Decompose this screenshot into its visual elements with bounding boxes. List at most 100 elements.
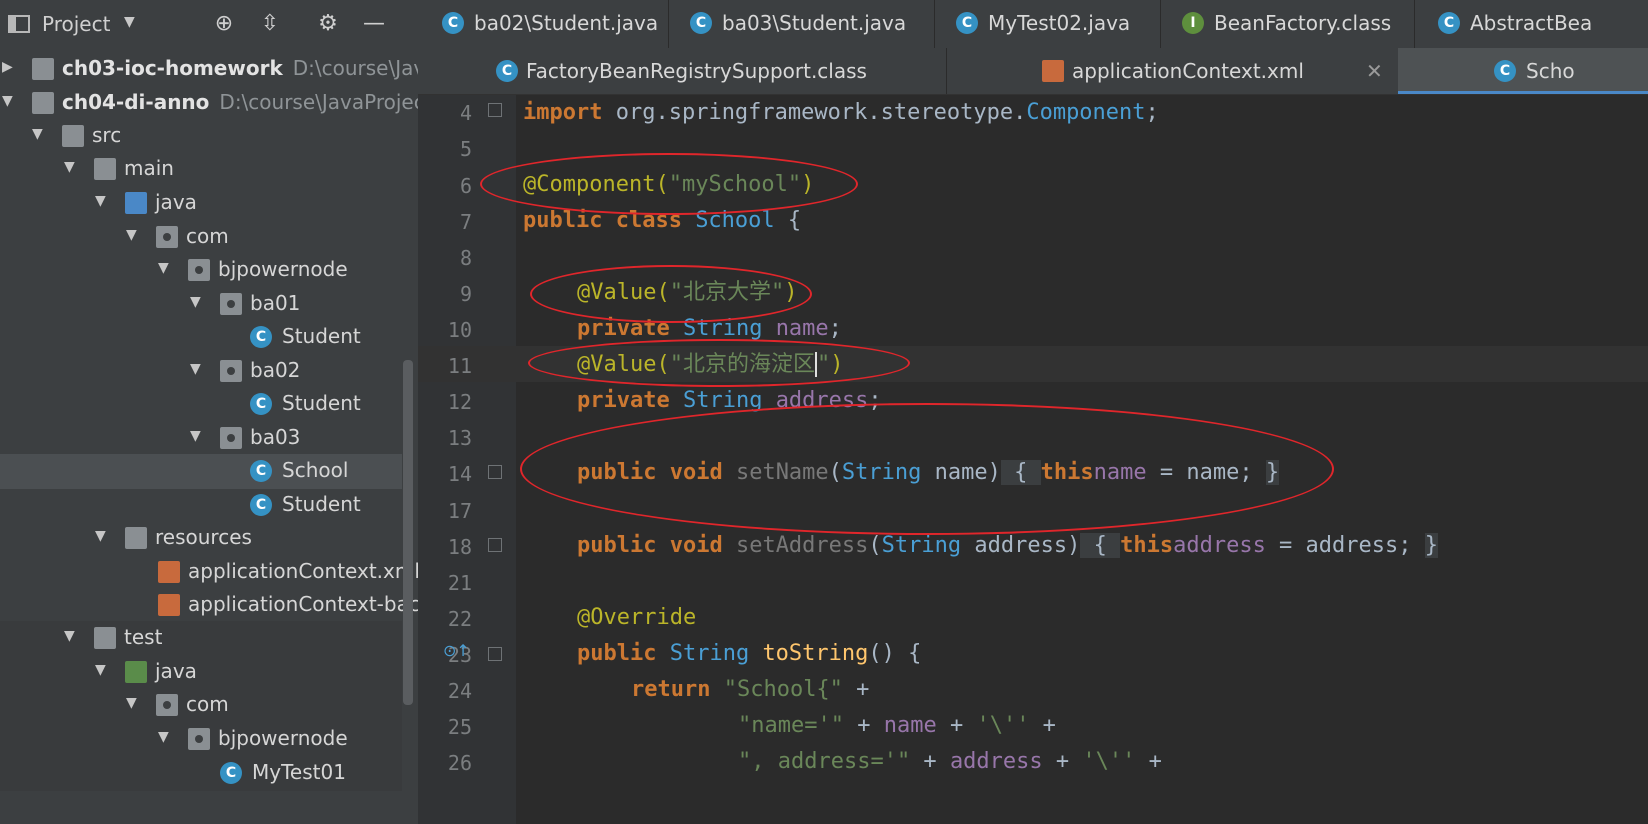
fold-marker-icon[interactable]	[488, 647, 502, 661]
tree-item-resources[interactable]: ▼ resources	[0, 521, 402, 556]
line-number: 8	[459, 246, 472, 270]
editor-tabs-row-1: C ba02\Student.java C ba03\Student.java …	[418, 0, 1648, 49]
tree-item-label: main	[124, 156, 174, 180]
chevron-down-icon[interactable]: ▼	[95, 193, 106, 209]
tree-item-label: Student	[282, 391, 361, 415]
tab-beanfactory[interactable]: I BeanFactory.class	[1160, 0, 1415, 48]
chevron-down-icon[interactable]: ▼	[64, 159, 75, 175]
chevron-down-icon[interactable]: ▼	[158, 260, 169, 276]
tree-item-ba03-school[interactable]: C School	[0, 454, 402, 489]
minimize-icon[interactable]: —	[360, 10, 388, 38]
tree-item-bjpowernode[interactable]: ▼ bjpowernode	[0, 253, 402, 288]
xml-file-icon	[158, 561, 180, 583]
chevron-down-icon[interactable]: ▼	[64, 628, 75, 644]
tab-mytest02[interactable]: C MyTest02.java	[934, 0, 1161, 48]
tab-ba03-student[interactable]: C ba03\Student.java	[668, 0, 935, 48]
project-panel: Project ▼ ⊕ ⇳ ⚙ — ▶ ch03-ioc-homework D:\…	[0, 0, 418, 824]
locate-icon[interactable]: ⊕	[210, 10, 238, 38]
project-view-icon	[8, 15, 30, 33]
tree-item-test-com[interactable]: ▼ com	[0, 688, 402, 723]
fold-marker-icon[interactable]	[488, 103, 502, 117]
fold-expand-icon[interactable]	[488, 465, 502, 479]
resources-folder-icon	[125, 527, 147, 549]
chevron-right-icon[interactable]: ▶	[2, 59, 13, 75]
chevron-down-icon[interactable]: ▼	[190, 428, 201, 444]
tree-item-label: src	[92, 123, 122, 147]
tree-item-main[interactable]: ▼ main	[0, 152, 402, 187]
tree-item-mytest01[interactable]: C MyTest01	[0, 756, 402, 791]
line-number: 21	[447, 571, 472, 595]
code-editor[interactable]: 4 5 6 7 8 9 10 11 12 13 14 17 18 21 22 2…	[418, 95, 1648, 824]
chevron-down-icon[interactable]: ▼	[95, 662, 106, 678]
override-gutter-icon[interactable]: ⊙↑	[443, 641, 470, 663]
xml-file-icon	[158, 594, 180, 616]
tree-item-test-bjpowernode[interactable]: ▼ bjpowernode	[0, 722, 402, 757]
fold-expand-icon[interactable]	[488, 538, 502, 552]
chevron-down-icon[interactable]: ▼	[124, 14, 135, 30]
class-icon: C	[1494, 60, 1516, 82]
tree-item-label: bjpowernode	[218, 257, 348, 281]
package-icon	[220, 427, 242, 449]
package-icon	[220, 293, 242, 315]
tab-factorybeanregistrysupport[interactable]: C FactoryBeanRegistrySupport.class	[418, 48, 947, 94]
tab-label: ba02\Student.java	[474, 11, 659, 35]
chevron-down-icon[interactable]: ▼	[158, 729, 169, 745]
tree-item-java[interactable]: ▼ java	[0, 186, 402, 221]
tab-label: AbstractBea	[1470, 11, 1593, 35]
collapse-all-icon[interactable]: ⇳	[256, 10, 284, 38]
chevron-down-icon[interactable]: ▼	[190, 361, 201, 377]
tree-item-label: ba02	[250, 358, 301, 382]
sidebar-scrollbar[interactable]	[403, 360, 413, 705]
tab-label: FactoryBeanRegistrySupport.class	[526, 59, 867, 83]
tree-item-label: ba03	[250, 425, 301, 449]
tab-abstractbea[interactable]: C AbstractBea	[1414, 0, 1648, 48]
line-number: 24	[447, 679, 472, 703]
class-icon: C	[250, 393, 272, 415]
project-panel-title[interactable]: Project	[42, 12, 110, 36]
class-icon: C	[442, 12, 464, 34]
class-icon: C	[250, 494, 272, 516]
chevron-down-icon[interactable]: ▼	[2, 93, 13, 109]
tree-item-ba02[interactable]: ▼ ba02	[0, 354, 402, 389]
xml-file-icon	[1042, 60, 1064, 82]
chevron-down-icon[interactable]: ▼	[95, 528, 106, 544]
line-number: 4	[459, 101, 472, 125]
code-line-11: @Value("北京的海淀区")	[577, 352, 844, 377]
code-line-25: "name='" + name + '\'' +	[738, 713, 1056, 738]
tab-ba02-student[interactable]: C ba02\Student.java	[418, 0, 669, 48]
tree-item-ch03-ioc-homework[interactable]: ▶ ch03-ioc-homework D:\course\JavaP	[0, 52, 418, 87]
close-icon[interactable]: ✕	[1366, 59, 1383, 83]
package-icon	[156, 226, 178, 248]
tree-item-ba03-student[interactable]: C Student	[0, 488, 402, 523]
tree-item-ba02-student[interactable]: C Student	[0, 387, 402, 422]
code-line-18: public void setAddress(String address) {…	[577, 533, 1439, 558]
class-icon: C	[1438, 12, 1460, 34]
class-icon: C	[250, 326, 272, 348]
chevron-down-icon[interactable]: ▼	[32, 126, 43, 142]
gear-icon[interactable]: ⚙	[314, 10, 342, 38]
code-line-22: @Override	[577, 605, 697, 630]
tree-item-label: resources	[155, 525, 252, 549]
tree-item-applicationcontext-xml[interactable]: applicationContext.xml	[0, 555, 418, 590]
tree-item-label: ch03-ioc-homework	[62, 56, 283, 80]
tree-item-test[interactable]: ▼ test	[0, 621, 402, 656]
tree-item-test-java[interactable]: ▼ java	[0, 655, 402, 690]
folder-icon	[94, 158, 116, 180]
class-icon: C	[956, 12, 978, 34]
tree-item-label: Student	[282, 492, 361, 516]
tab-label: applicationContext.xml	[1072, 59, 1304, 83]
tab-school[interactable]: C Scho	[1398, 48, 1648, 94]
chevron-down-icon[interactable]: ▼	[190, 294, 201, 310]
tab-applicationcontext-xml[interactable]: applicationContext.xml ✕	[946, 48, 1399, 94]
tree-item-ch04-di-anno[interactable]: ▼ ch04-di-anno D:\course\JavaProjects	[0, 86, 418, 121]
line-number: 5	[459, 137, 472, 161]
folder-icon	[94, 627, 116, 649]
tree-item-applicationcontext-bac[interactable]: applicationContext-bac	[0, 588, 418, 623]
tree-item-src[interactable]: ▼ src	[0, 119, 402, 154]
tree-item-ba03[interactable]: ▼ ba03	[0, 421, 402, 456]
chevron-down-icon[interactable]: ▼	[126, 227, 137, 243]
tree-item-ba01[interactable]: ▼ ba01	[0, 287, 402, 322]
chevron-down-icon[interactable]: ▼	[126, 695, 137, 711]
tree-item-ba01-student[interactable]: C Student	[0, 320, 402, 355]
tree-item-com[interactable]: ▼ com	[0, 220, 402, 255]
